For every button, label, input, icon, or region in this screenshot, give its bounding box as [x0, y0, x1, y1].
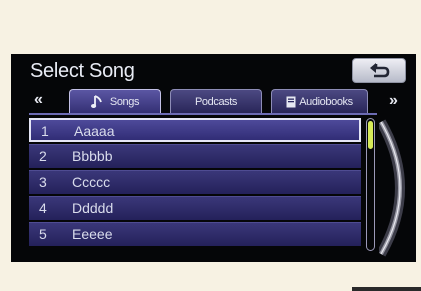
- tab-podcasts-label: Podcasts: [194, 95, 238, 108]
- track-number: 4: [39, 200, 47, 216]
- track-number: 1: [41, 123, 49, 139]
- tab-podcasts[interactable]: Podcasts: [170, 89, 262, 113]
- next-tabs-button[interactable]: »: [389, 92, 398, 110]
- screen: Select Song « Songs Podcasts Audiobooks …: [11, 54, 416, 262]
- track-number: 2: [39, 148, 47, 164]
- back-button[interactable]: [352, 58, 406, 83]
- list-item[interactable]: 4 Ddddd: [29, 196, 361, 220]
- return-arrow-icon: [370, 63, 390, 78]
- scrollbar[interactable]: [366, 118, 375, 251]
- list-item[interactable]: 3 Ccccc: [29, 170, 361, 194]
- track-name: Aaaaa: [74, 123, 115, 139]
- scrollbar-thumb[interactable]: [368, 121, 373, 149]
- book-icon: [286, 96, 296, 107]
- track-number: 3: [39, 174, 47, 190]
- track-name: Ddddd: [72, 200, 114, 216]
- page-title: Select Song: [30, 60, 135, 82]
- tab-songs[interactable]: Songs: [69, 89, 161, 114]
- tab-audiobooks-label: Audiobooks: [299, 95, 353, 108]
- dial-arc-icon: [379, 119, 405, 257]
- track-name: Ccccc: [72, 174, 111, 190]
- list-item[interactable]: 1 Aaaaa: [29, 118, 361, 142]
- scroll-dial[interactable]: [379, 114, 416, 262]
- music-note-icon: [90, 95, 102, 108]
- track-name: Eeeee: [72, 226, 113, 242]
- tab-songs-label: Songs: [109, 96, 140, 108]
- track-name: Bbbbb: [72, 148, 113, 164]
- previous-tabs-button[interactable]: «: [34, 91, 43, 109]
- list-item[interactable]: 2 Bbbbb: [29, 144, 361, 168]
- tab-divider: [29, 113, 377, 115]
- track-number: 5: [39, 226, 47, 242]
- corner-mark: [352, 287, 421, 291]
- tab-audiobooks[interactable]: Audiobooks: [271, 89, 368, 113]
- list-item[interactable]: 5 Eeeee: [29, 222, 361, 246]
